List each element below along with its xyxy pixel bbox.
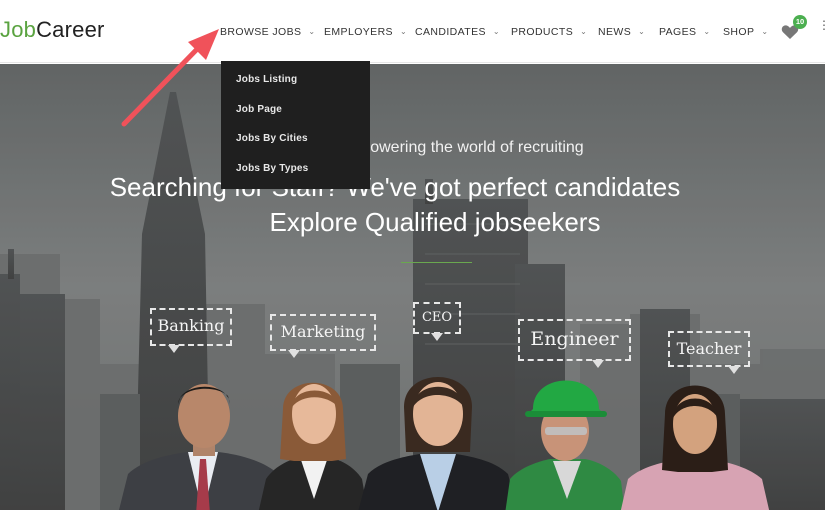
hero-subtitle: Explore Qualified jobseekers — [269, 207, 601, 237]
logo-part-career: Career — [36, 17, 105, 42]
chevron-down-icon: ⌄ — [761, 27, 769, 36]
person-marketing-image — [258, 382, 368, 510]
hero-divider — [401, 262, 472, 263]
bubble-banking: Banking — [150, 308, 232, 353]
person-engineer-image — [505, 380, 625, 510]
dropdown-item-jobs-by-cities[interactable]: Jobs By Cities — [221, 132, 370, 162]
chevron-down-icon: ⌄ — [703, 27, 711, 36]
dropdown-item-jobs-listing[interactable]: Jobs Listing — [221, 73, 370, 103]
nav-employers[interactable]: EMPLOYERS ⌄ — [324, 26, 407, 38]
nav-pages[interactable]: PAGES ⌄ — [659, 26, 711, 38]
nav-label: CANDIDATES — [415, 26, 486, 38]
nav-candidates[interactable]: CANDIDATES ⌄ — [415, 26, 500, 38]
site-logo[interactable]: JobCareer — [0, 17, 105, 43]
hero-banner: powering the world of recruiting Searchi… — [0, 64, 825, 510]
nav-label: BROWSE JOBS — [220, 26, 302, 38]
nav-label: SHOP — [723, 26, 755, 38]
chevron-down-icon: ⌄ — [492, 27, 501, 36]
bubble-ceo: CEO — [413, 302, 461, 341]
logo-part-job: Job — [0, 17, 37, 42]
dropdown-item-job-page[interactable]: Job Page — [221, 103, 370, 133]
nav-label: PAGES — [659, 26, 697, 38]
hero-tagline: powering the world of recruiting — [0, 139, 825, 157]
more-menu-icon[interactable]: ⋮ — [818, 19, 825, 42]
dropdown-item-jobs-by-types[interactable]: Jobs By Types — [221, 162, 370, 192]
nav-label: EMPLOYERS — [324, 26, 393, 38]
chevron-down-icon: ⌄ — [580, 27, 588, 36]
bubble-engineer: Engineer — [518, 319, 631, 368]
bubble-teacher: Teacher — [668, 331, 750, 374]
chevron-down-icon: ⌄ — [308, 27, 316, 36]
nav-news[interactable]: NEWS ⌄ — [598, 26, 645, 38]
browse-jobs-dropdown: Jobs Listing Job Page Jobs By Cities Job… — [221, 61, 370, 189]
site-header: JobCareer BROWSE JOBS ⌄ EMPLOYERS ⌄ CANDID… — [0, 0, 825, 63]
nav-browse-jobs[interactable]: BROWSE JOBS ⌄ — [220, 26, 316, 38]
nav-label: PRODUCTS — [511, 26, 574, 38]
nav-products[interactable]: PRODUCTS ⌄ — [511, 26, 587, 38]
chevron-down-icon: ⌄ — [638, 27, 646, 36]
chevron-down-icon: ⌄ — [399, 27, 408, 36]
nav-shop[interactable]: SHOP ⌄ — [723, 26, 768, 38]
wishlist-count-badge: 10 — [793, 15, 807, 29]
bubble-marketing: Marketing — [270, 314, 376, 358]
person-teacher-image — [620, 385, 770, 510]
person-ceo-image — [358, 377, 518, 510]
nav-label: NEWS — [598, 26, 632, 38]
hero-title: Searching for Staff? We've got perfect c… — [109, 172, 681, 202]
